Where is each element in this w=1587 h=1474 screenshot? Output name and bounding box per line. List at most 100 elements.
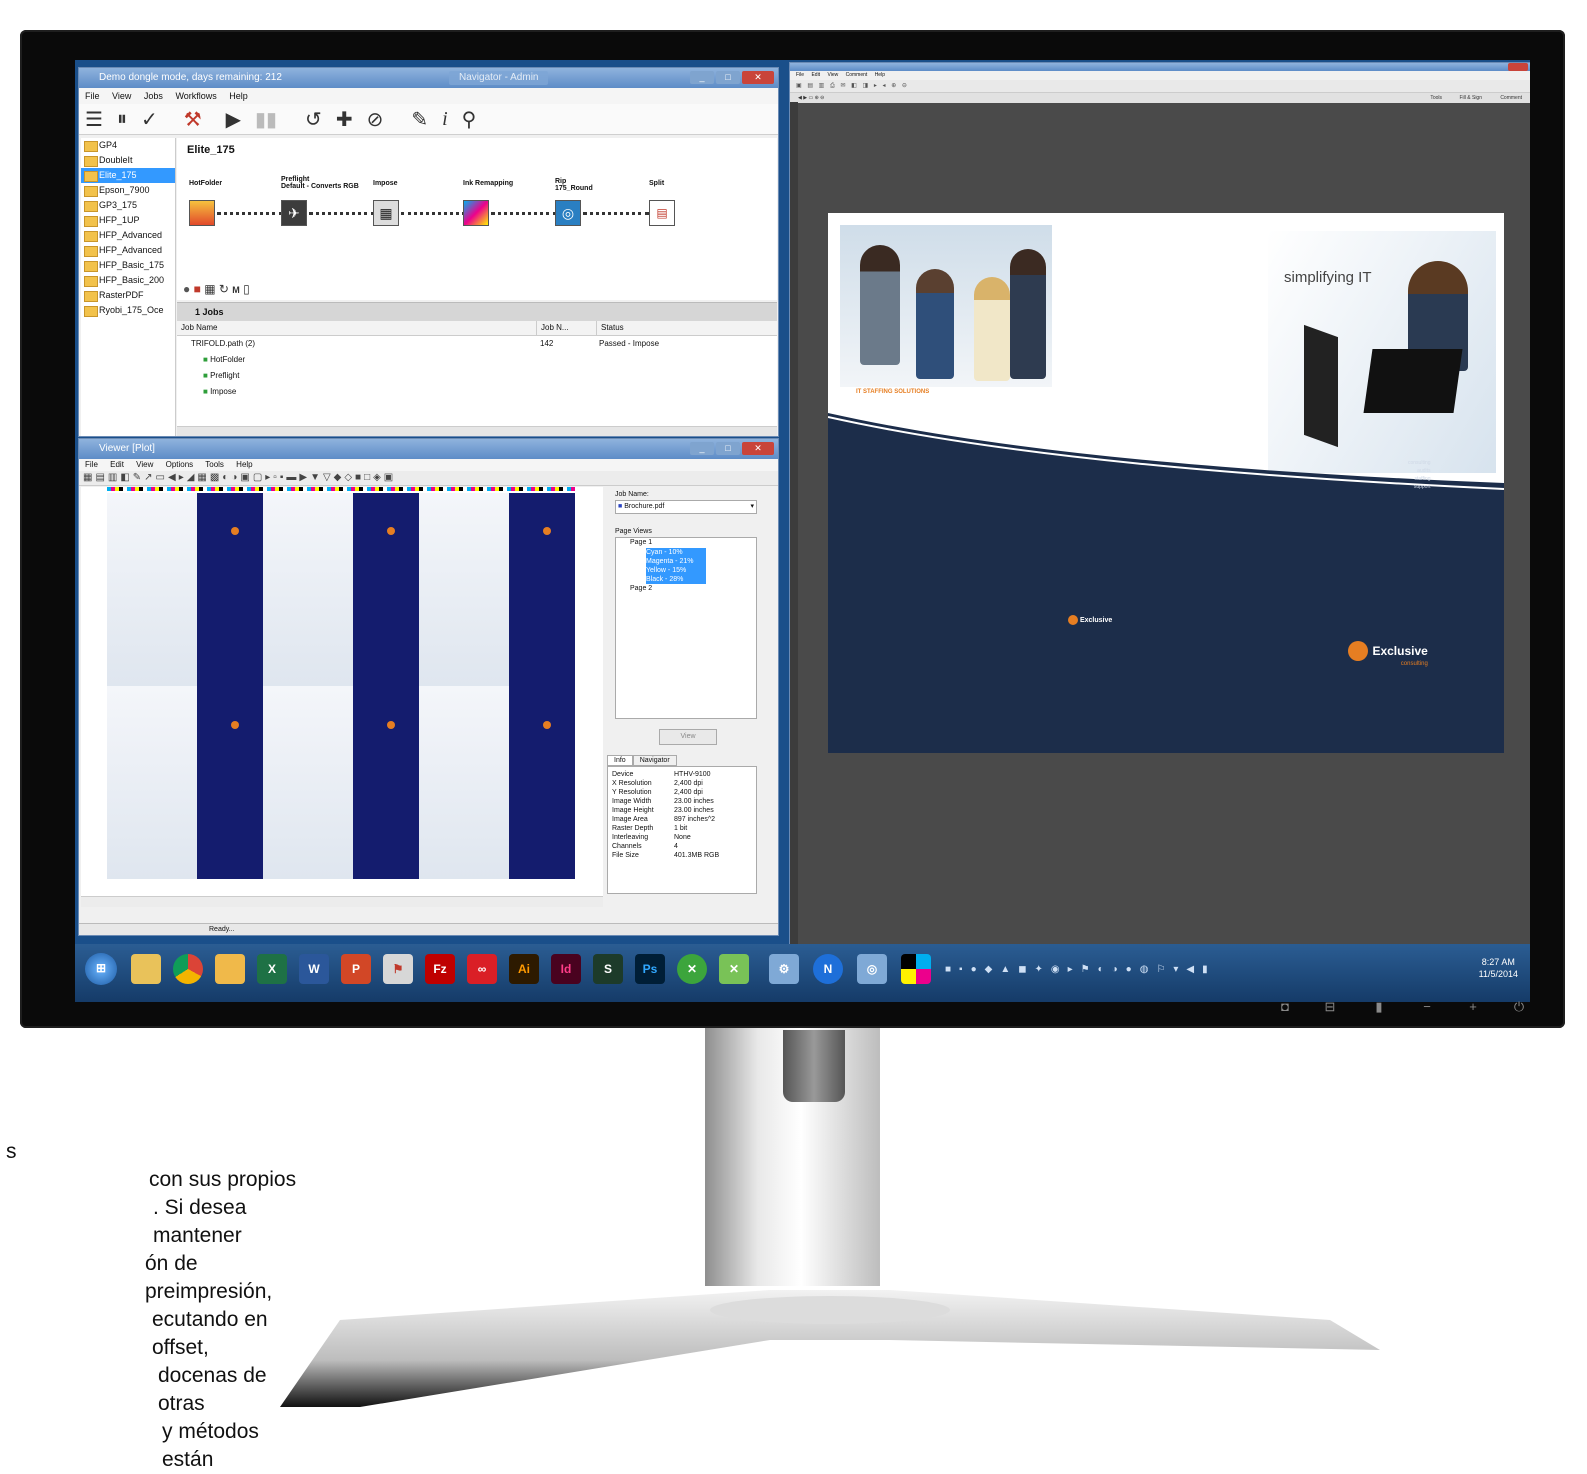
workflow-item-selected[interactable]: Elite_175 xyxy=(81,168,175,183)
workflow-item[interactable]: DoubleIt xyxy=(81,153,175,168)
close-button[interactable]: ✕ xyxy=(742,71,774,84)
fill-sign-button[interactable]: Fill & Sign xyxy=(1459,93,1482,103)
explorer-icon[interactable] xyxy=(131,954,161,984)
settings-icon[interactable]: ⚙ xyxy=(769,954,799,984)
menu-view[interactable]: View xyxy=(112,91,131,101)
comment-button[interactable]: Comment xyxy=(1500,93,1522,103)
color-app-icon[interactable] xyxy=(901,954,931,984)
page-icon[interactable]: ▯ xyxy=(243,282,250,296)
color-icon[interactable]: ■ xyxy=(194,282,201,296)
workflow-window-titlebar[interactable]: Demo dongle mode, days remaining: 212 Na… xyxy=(79,68,778,88)
menu-help[interactable]: Help xyxy=(229,91,248,101)
menu-file[interactable]: File xyxy=(85,460,98,469)
view-button[interactable]: View xyxy=(659,729,717,745)
tools-button[interactable]: Tools xyxy=(1430,93,1442,103)
maximize-button[interactable]: □ xyxy=(716,71,740,84)
viewer-window-titlebar[interactable]: Viewer [Plot] _ □ ✕ xyxy=(79,439,778,459)
split-icon[interactable]: ▤ xyxy=(649,200,675,226)
menu-view[interactable]: View xyxy=(827,72,838,78)
bezel-power-icon[interactable]: ⏻ xyxy=(1512,1000,1526,1014)
workflow-item[interactable]: HFP_Advanced xyxy=(81,243,175,258)
clock[interactable]: 8:27 AM 11/5/2014 xyxy=(1479,956,1518,980)
menu-help[interactable]: Help xyxy=(236,460,252,469)
ink-remapping-icon[interactable] xyxy=(463,200,489,226)
rip-icon[interactable]: ◎ xyxy=(555,200,581,226)
job-name-select[interactable]: ■ Brochure.pdf ▾ xyxy=(615,500,757,514)
menu-tools[interactable]: Tools xyxy=(205,460,224,469)
menu-file[interactable]: File xyxy=(85,91,100,101)
illustrator-icon[interactable]: Ai xyxy=(509,954,539,984)
toolbar-icons[interactable]: ▦▤▥◧✎↗▭◀▸◢▦▩◐◑▣▢▸▫▪▬▶▼▽◆◇■□◈▣ xyxy=(83,472,396,483)
menu-edit[interactable]: Edit xyxy=(811,72,820,78)
tree-separation-cyan[interactable]: Cyan - 10% xyxy=(646,548,706,557)
preflight-icon[interactable]: ✈ xyxy=(281,200,307,226)
table-row[interactable]: ■ Impose xyxy=(177,384,777,400)
impose-icon[interactable]: ▦ xyxy=(373,200,399,226)
menu-file[interactable]: File xyxy=(796,72,804,78)
horizontal-scrollbar[interactable] xyxy=(177,426,777,436)
acrobat-icon[interactable]: ⚑ xyxy=(383,954,413,984)
workflow-item[interactable]: HFP_Basic_200 xyxy=(81,273,175,288)
tree-separation-magenta[interactable]: Magenta - 21% xyxy=(646,557,706,566)
workflow-item[interactable]: Ryobi_175_Oce xyxy=(81,303,175,318)
bezel-menu-icon[interactable]: ⊟ xyxy=(1323,1000,1337,1014)
navigator-tab[interactable]: Navigator - Admin xyxy=(449,71,549,85)
menu-workflows[interactable]: Workflows xyxy=(175,91,216,101)
tab-info[interactable]: Info xyxy=(607,755,633,766)
wrench-icon[interactable]: ⚒ xyxy=(184,107,202,132)
add-icon[interactable]: ✚ xyxy=(336,107,353,132)
tree-page-2[interactable]: Page 2 xyxy=(616,584,756,594)
info-icon[interactable]: i xyxy=(442,108,448,131)
start-button[interactable]: ⊞ xyxy=(85,953,117,985)
cancel-icon[interactable]: ⊘ xyxy=(367,107,384,132)
menu-options[interactable]: Options xyxy=(166,460,194,469)
menu-jobs[interactable]: Jobs xyxy=(144,91,163,101)
tree-separation-yellow[interactable]: Yellow - 15% xyxy=(646,566,706,575)
hotfolder-icon[interactable] xyxy=(189,200,215,226)
minimize-button[interactable]: _ xyxy=(690,71,714,84)
search-icon[interactable]: ⚲ xyxy=(462,107,477,132)
x-app-icon[interactable]: ✕ xyxy=(677,954,707,984)
x-app-2-icon[interactable]: ✕ xyxy=(719,954,749,984)
grid-icon[interactable]: ▦ xyxy=(204,282,215,296)
menu-comment[interactable]: Comment xyxy=(846,72,868,78)
status-dot-icon[interactable]: ● xyxy=(183,282,190,296)
tray-icons[interactable]: ■▪●◆▲◼✦◉▸⚑◐◑●◍⚐▾◀▮ xyxy=(945,964,1216,975)
bezel-settings-icon[interactable]: ▮ xyxy=(1372,1000,1386,1014)
list-icon[interactable]: ☰ xyxy=(85,107,103,132)
close-button[interactable]: ✕ xyxy=(742,442,774,455)
creative-cloud-icon[interactable]: ∞ xyxy=(467,954,497,984)
folder-icon[interactable] xyxy=(215,954,245,984)
table-row[interactable]: TRIFOLD.path (2) 142 Passed - Impose xyxy=(177,336,777,352)
undo-icon[interactable]: ↺ xyxy=(305,107,322,132)
workflow-item[interactable]: HFP_1UP xyxy=(81,213,175,228)
workflow-item[interactable]: GP4 xyxy=(81,138,175,153)
excel-icon[interactable]: X xyxy=(257,954,287,984)
close-button[interactable] xyxy=(1508,63,1528,71)
photoshop-icon[interactable]: Ps xyxy=(635,954,665,984)
menu-edit[interactable]: Edit xyxy=(110,460,124,469)
col-job-name[interactable]: Job Name xyxy=(177,321,537,335)
nav-icons[interactable]: ◀ ▶ ▭ ⊕ ⊖ xyxy=(798,95,824,101)
menu-view[interactable]: View xyxy=(136,460,153,469)
play-icon[interactable]: ▶ xyxy=(226,107,241,132)
minimize-button[interactable]: _ xyxy=(690,442,714,455)
indesign-icon[interactable]: Id xyxy=(551,954,581,984)
chrome-icon[interactable] xyxy=(173,954,203,984)
menu-help[interactable]: Help xyxy=(875,72,885,78)
word-icon[interactable]: W xyxy=(299,954,329,984)
sheet-scrollbar[interactable] xyxy=(81,896,603,907)
check-icon[interactable]: ✓ xyxy=(141,107,158,132)
tree-separation-black[interactable]: Black - 28% xyxy=(646,575,706,584)
tab-navigator[interactable]: Navigator xyxy=(632,755,677,766)
bezel-plus-icon[interactable]: + xyxy=(1466,1000,1480,1014)
powerpoint-icon[interactable]: P xyxy=(341,954,371,984)
table-row[interactable]: ■ HotFolder xyxy=(177,352,777,368)
workflow-item[interactable]: Epson_7900 xyxy=(81,183,175,198)
col-job-number[interactable]: Job N... xyxy=(537,321,597,335)
workflow-item[interactable]: HFP_Basic_175 xyxy=(81,258,175,273)
workflow-item[interactable]: HFP_Advanced xyxy=(81,228,175,243)
browser-icon[interactable]: ◎ xyxy=(857,954,887,984)
table-row[interactable]: ■ Preflight xyxy=(177,368,777,384)
bezel-minus-icon[interactable]: − xyxy=(1420,1000,1434,1014)
